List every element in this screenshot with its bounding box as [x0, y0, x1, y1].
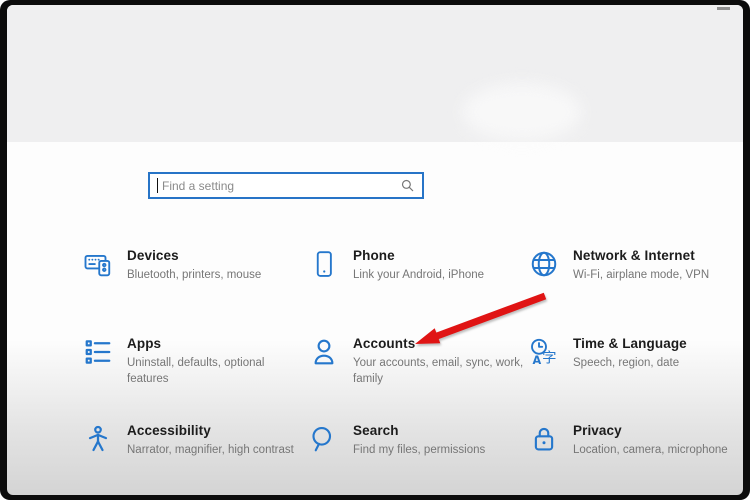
tile-accounts[interactable]: Accounts Your accounts, email, sync, wor… — [308, 336, 525, 387]
tile-apps[interactable]: Apps Uninstall, defaults, optional featu… — [82, 336, 299, 387]
network-globe-icon — [528, 249, 560, 279]
tile-title: Time & Language — [573, 336, 743, 351]
tile-title: Accessibility — [127, 423, 299, 438]
search-input[interactable] — [160, 178, 401, 194]
devices-icon — [82, 249, 114, 279]
tile-privacy[interactable]: Privacy Location, camera, microphone — [528, 423, 743, 458]
tile-phone[interactable]: Phone Link your Android, iPhone — [308, 248, 525, 283]
tile-subtitle: Your accounts, email, sync, work, family — [353, 355, 525, 387]
magnifier-icon — [401, 179, 414, 192]
tile-title: Network & Internet — [573, 248, 743, 263]
tile-title: Privacy — [573, 423, 743, 438]
tile-subtitle: Link your Android, iPhone — [353, 267, 525, 283]
screenshot-frame: Devices Bluetooth, printers, mouse Phone… — [0, 0, 750, 500]
tile-subtitle: Find my files, permissions — [353, 442, 525, 458]
tile-title: Phone — [353, 248, 525, 263]
accounts-person-icon — [308, 337, 340, 367]
tile-devices[interactable]: Devices Bluetooth, printers, mouse — [82, 248, 299, 283]
phone-icon — [308, 249, 340, 279]
tile-subtitle: Uninstall, defaults, optional features — [127, 355, 299, 387]
tile-network-internet[interactable]: Network & Internet Wi-Fi, airplane mode,… — [528, 248, 743, 283]
tile-subtitle: Narrator, magnifier, high contrast — [127, 442, 299, 458]
time-language-icon: A 字 — [528, 337, 560, 367]
svg-text:A: A — [533, 354, 542, 367]
minimize-icon[interactable] — [717, 7, 730, 10]
search-magnifier-icon — [308, 424, 340, 454]
svg-text:字: 字 — [542, 350, 556, 367]
apps-list-icon — [82, 337, 114, 367]
text-caret — [157, 178, 158, 193]
tile-search[interactable]: Search Find my files, permissions — [308, 423, 525, 458]
tile-subtitle: Speech, region, date — [573, 355, 743, 371]
header-band — [7, 5, 743, 142]
tile-title: Search — [353, 423, 525, 438]
tile-title: Accounts — [353, 336, 525, 351]
accessibility-icon — [82, 424, 114, 454]
tile-subtitle: Location, camera, microphone — [573, 442, 743, 458]
tile-title: Apps — [127, 336, 299, 351]
tile-time-language[interactable]: A 字 Time & Language Speech, region, date — [528, 336, 743, 371]
tile-accessibility[interactable]: Accessibility Narrator, magnifier, high … — [82, 423, 299, 458]
header-glow — [462, 83, 582, 141]
tile-title: Devices — [127, 248, 299, 263]
find-a-setting-searchbox[interactable] — [148, 172, 424, 199]
privacy-lock-icon — [528, 424, 560, 454]
tile-subtitle: Wi-Fi, airplane mode, VPN — [573, 267, 743, 283]
settings-window: Devices Bluetooth, printers, mouse Phone… — [7, 5, 743, 495]
tile-subtitle: Bluetooth, printers, mouse — [127, 267, 299, 283]
